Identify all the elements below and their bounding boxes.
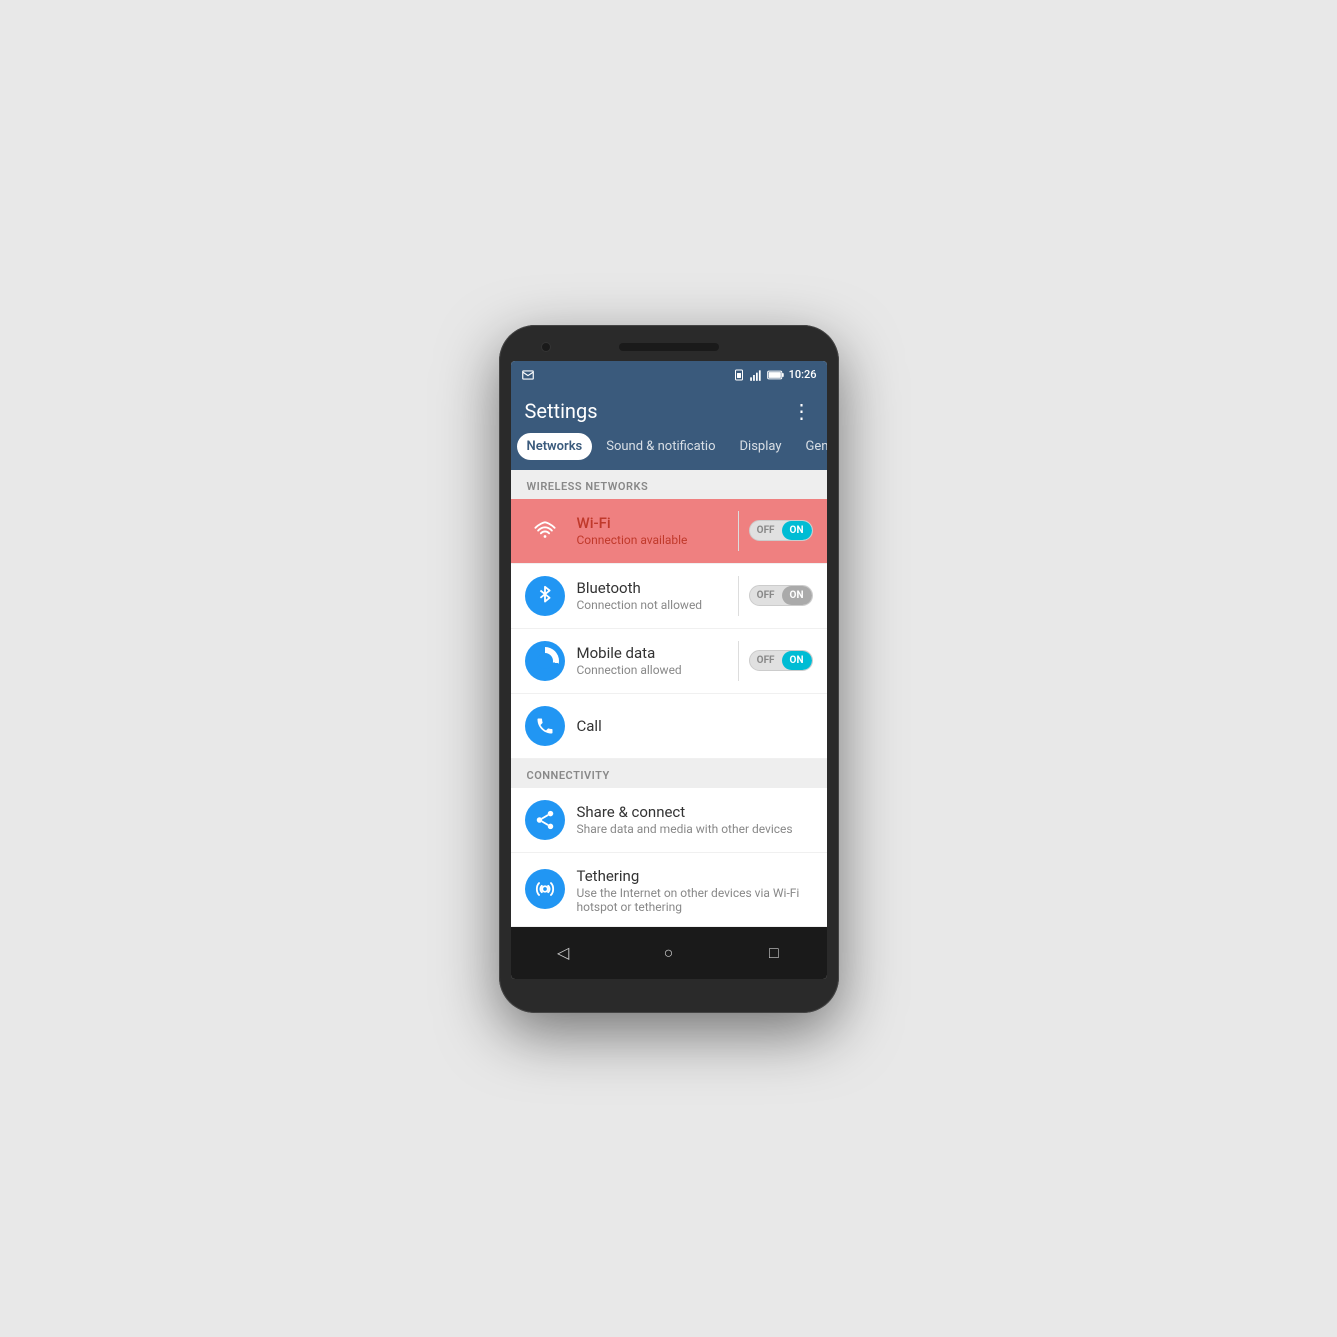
call-title: Call [577, 717, 813, 735]
recent-apps-button[interactable]: □ [760, 939, 788, 967]
front-camera [541, 342, 551, 352]
mobile-data-title: Mobile data [577, 644, 728, 662]
share-connect-subtitle: Share data and media with other devices [577, 822, 813, 836]
wifi-icon-container [525, 511, 565, 551]
tab-bar: Networks Sound & notificatio Display Gen… [511, 433, 827, 470]
bluetooth-toggle-on-label: ON [782, 586, 812, 605]
tethering-title: Tethering [577, 867, 813, 885]
tab-sound[interactable]: Sound & notificatio [596, 433, 725, 460]
bluetooth-icon [536, 585, 554, 607]
back-button[interactable]: ◁ [549, 939, 577, 967]
list-item-mobile-data[interactable]: Mobile data Connection allowed OFF ON [511, 629, 827, 694]
list-item-bluetooth[interactable]: Bluetooth Connection not allowed OFF ON [511, 564, 827, 629]
battery-icon [767, 369, 785, 381]
share-connect-text: Share & connect Share data and media wit… [577, 803, 813, 836]
call-icon [535, 716, 555, 736]
wifi-toggle-off-label: OFF [750, 521, 782, 540]
wifi-toggle[interactable]: OFF ON [749, 520, 813, 541]
tab-general[interactable]: General [796, 433, 827, 460]
earpiece-speaker [619, 343, 719, 351]
wifi-title: Wi-Fi [577, 514, 728, 532]
status-left [521, 368, 535, 382]
list-item-tethering[interactable]: Tethering Use the Internet on other devi… [511, 853, 827, 927]
wifi-toggle-on-label: ON [782, 521, 812, 540]
mobile-data-divider [738, 641, 739, 681]
phone-device: 10:26 Settings ⋮ Networks Sound & notifi… [499, 325, 839, 1013]
bluetooth-divider [738, 576, 739, 616]
list-item-call[interactable]: Call [511, 694, 827, 759]
mobile-data-toggle-on-label: ON [782, 651, 812, 670]
list-item-share-connect[interactable]: Share & connect Share data and media wit… [511, 788, 827, 853]
clock-display: 10:26 [789, 368, 817, 381]
more-options-button[interactable]: ⋮ [792, 399, 813, 423]
list-item-wifi[interactable]: Wi-Fi Connection available OFF ON [511, 499, 827, 564]
share-connect-icon [534, 809, 556, 831]
phone-bottom-bezel [511, 979, 827, 989]
wifi-icon [534, 520, 556, 542]
wifi-subtitle: Connection available [577, 533, 728, 547]
tethering-text: Tethering Use the Internet on other devi… [577, 867, 813, 914]
mobile-data-icon-container [525, 641, 565, 681]
section-header-connectivity: CONNECTIVITY [511, 759, 827, 788]
wifi-text: Wi-Fi Connection available [577, 514, 728, 547]
mobile-data-subtitle: Connection allowed [577, 663, 728, 677]
tethering-icon [534, 878, 556, 900]
call-icon-container [525, 706, 565, 746]
section-header-wireless: WIRELESS NETWORKS [511, 470, 827, 499]
navigation-bar: ◁ ○ □ [511, 927, 827, 979]
status-bar: 10:26 [511, 361, 827, 389]
home-button[interactable]: ○ [654, 939, 682, 967]
status-right: 10:26 [733, 368, 817, 382]
bluetooth-title: Bluetooth [577, 579, 728, 597]
app-bar: Settings ⋮ [511, 389, 827, 433]
tethering-subtitle: Use the Internet on other devices via Wi… [577, 886, 813, 914]
share-connect-title: Share & connect [577, 803, 813, 821]
mobile-data-text: Mobile data Connection allowed [577, 644, 728, 677]
phone-top [511, 343, 827, 351]
share-connect-icon-container [525, 800, 565, 840]
mobile-data-toggle[interactable]: OFF ON [749, 650, 813, 671]
bluetooth-text: Bluetooth Connection not allowed [577, 579, 728, 612]
notification-icon [521, 368, 535, 382]
tab-display[interactable]: Display [730, 433, 792, 460]
call-text: Call [577, 717, 813, 735]
bluetooth-toggle[interactable]: OFF ON [749, 585, 813, 606]
settings-content: WIRELESS NETWORKS Wi-Fi Connection avail… [511, 470, 827, 927]
signal-icon [749, 368, 763, 382]
mobile-data-toggle-off-label: OFF [750, 651, 782, 670]
wifi-divider [738, 511, 739, 551]
bluetooth-subtitle: Connection not allowed [577, 598, 728, 612]
tab-networks[interactable]: Networks [517, 433, 593, 460]
bluetooth-icon-container [525, 576, 565, 616]
bluetooth-toggle-off-label: OFF [750, 586, 782, 605]
tethering-icon-container [525, 869, 565, 909]
sim-icon [733, 369, 745, 381]
app-title: Settings [525, 399, 598, 423]
phone-screen: 10:26 Settings ⋮ Networks Sound & notifi… [511, 361, 827, 979]
